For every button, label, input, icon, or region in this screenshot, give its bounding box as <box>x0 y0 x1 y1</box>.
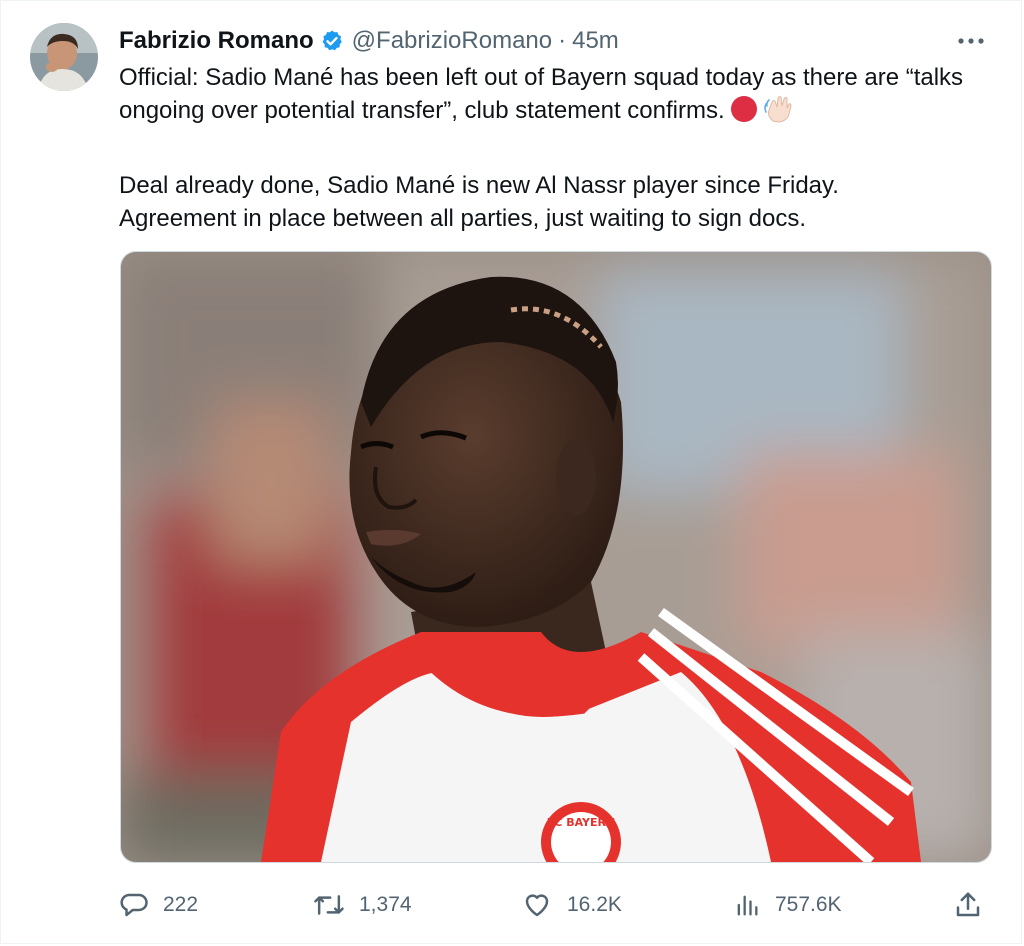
author-handle[interactable]: @FabrizioRomano <box>352 25 552 57</box>
waving-hand-icon <box>763 94 795 133</box>
tweet-paragraph-1: Official: Sadio Mané has been left out o… <box>119 61 989 133</box>
views-count: 757.6K <box>775 893 842 916</box>
tweet-header: Fabrizio Romano @FabrizioRomano · 45m <box>119 25 619 57</box>
tweet-paragraph-3: Agreement in place between all parties, … <box>119 205 807 232</box>
more-options-button[interactable] <box>951 27 991 55</box>
reply-count: 222 <box>163 893 199 916</box>
share-icon <box>956 892 980 917</box>
more-dots-icon <box>958 38 984 44</box>
red-circle-icon <box>729 94 759 133</box>
like-button[interactable]: 16.2K <box>521 885 622 925</box>
tweet-photo[interactable]: FC BAYERN <box>120 251 992 863</box>
reply-icon <box>120 893 148 917</box>
share-button[interactable] <box>953 885 983 925</box>
like-count: 16.2K <box>567 893 622 916</box>
heart-icon <box>525 894 549 917</box>
views-chart-icon <box>737 895 758 916</box>
tweet-text: Official: Sadio Mané has been left out o… <box>119 61 989 235</box>
tweet-card[interactable]: Fabrizio Romano @FabrizioRomano · 45m Of… <box>0 0 1022 944</box>
reply-button[interactable]: 222 <box>119 885 198 925</box>
repost-icon <box>314 895 344 915</box>
repost-button[interactable]: 1,374 <box>313 885 412 925</box>
display-name[interactable]: Fabrizio Romano <box>119 25 314 57</box>
tweet-actions: 222 1,374 16.2K 757.6K <box>119 885 991 925</box>
jersey-crest-text: FC BAYERN <box>547 816 615 829</box>
tweet-paragraph-2: Deal already done, Sadio Mané is new Al … <box>119 172 839 199</box>
avatar[interactable] <box>30 23 98 91</box>
header-separator: · <box>558 27 567 54</box>
verified-badge-icon <box>320 29 344 53</box>
repost-count: 1,374 <box>359 893 412 916</box>
views-button[interactable]: 757.6K <box>733 885 842 925</box>
tweet-timestamp[interactable]: 45m <box>572 25 619 57</box>
